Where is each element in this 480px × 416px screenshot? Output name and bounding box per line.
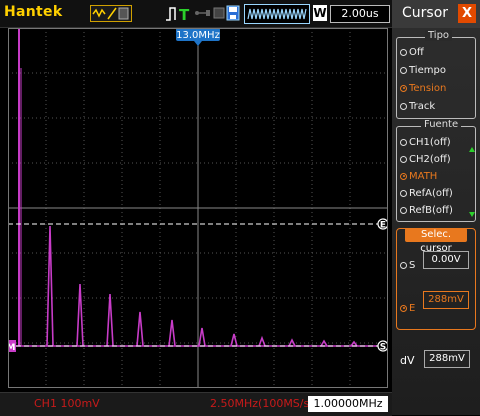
cursor-s-value[interactable]: 0.00V [423,251,469,269]
radio-icon [400,138,407,146]
close-button[interactable]: X [458,4,476,23]
panel-title: Cursor [402,5,449,21]
radio-icon [400,206,407,214]
fuente-group: Fuente CH1(off) CH2(off) MATH RefA(off) … [396,119,476,222]
fuente-option-refb[interactable]: RefB(off) [400,205,453,219]
radio-icon [400,189,407,197]
option-label: Tiempo [409,65,446,76]
cursor-select-group: Selec. cursor S 0.00V E 288mV [396,228,476,330]
option-label: Tension [409,83,447,94]
option-label: RefA(off) [409,188,453,199]
window-mode-label[interactable]: W [313,5,327,21]
tipo-option-track[interactable]: Track [400,101,435,115]
option-label: CH2(off) [409,154,451,165]
fuente-option-refa[interactable]: RefA(off) [400,188,453,202]
timebase-value[interactable]: 2.00us [330,5,390,23]
radio-icon [400,66,407,74]
status-bar: CH1 100mV 2.50MHz(100MS/s) 1.00000MHz [0,392,392,416]
radio-icon [400,155,407,163]
scroll-up-icon[interactable] [469,147,475,152]
option-label: MATH [409,171,438,182]
trigger-frequency: 1.00000MHz [308,396,388,412]
scroll-down-icon[interactable] [469,212,475,217]
cursor-e-label: E [409,303,416,314]
radio-selected-icon [400,84,407,92]
cursor-e-option[interactable]: E [400,303,415,317]
save-disk-icon [226,5,240,21]
option-label: Track [409,101,436,112]
top-toolbar: Hantek T W 2.00us [0,0,392,28]
fuente-option-ch2[interactable]: CH2(off) [400,154,451,168]
usb-icon [194,5,212,21]
trigger-status-icon: T [164,5,192,24]
cursor-e-value[interactable]: 288mV [423,291,469,309]
delta-v-label: dV [400,354,415,367]
radio-selected-icon [400,172,407,180]
panel-header: Cursor X [392,0,480,28]
option-label: RefB(off) [409,205,453,216]
tipo-option-tiempo[interactable]: Tiempo [400,65,446,79]
fuente-option-math[interactable]: MATH [400,171,437,185]
radio-icon [400,261,407,269]
radio-icon [400,102,407,110]
tipo-group: Tipo Off Tiempo Tension Track [396,30,476,119]
option-label: Off [409,47,424,58]
fuente-title: Fuente [421,119,462,130]
channel-mode-icon[interactable] [90,5,132,22]
cursor-menu-panel: Cursor X Tipo Off Tiempo Tension Track F… [392,0,480,415]
option-label: CH1(off) [409,137,451,148]
sample-rate-status: 2.50MHz(100MS/s) [210,397,314,410]
fuente-option-ch1[interactable]: CH1(off) [400,137,451,151]
radio-selected-icon [400,304,407,312]
tipo-option-tension[interactable]: Tension [400,83,446,97]
memory-icon [212,5,226,21]
trigger-status-text: T [179,6,190,23]
brand-logo: Hantek [4,4,63,20]
cursor-s-option[interactable]: S [400,260,415,274]
tipo-option-off[interactable]: Off [400,47,424,61]
radio-icon [400,48,407,56]
ch1-scale-status[interactable]: CH1 100mV [34,397,100,410]
cursor-select-title: Selec. cursor [405,228,467,254]
plot-frame [8,28,388,388]
delta-v-value: 288mV [424,350,470,368]
cursor-s-label: S [409,260,416,271]
tipo-title: Tipo [425,30,453,41]
timebase-waveform-bar[interactable] [244,4,310,24]
